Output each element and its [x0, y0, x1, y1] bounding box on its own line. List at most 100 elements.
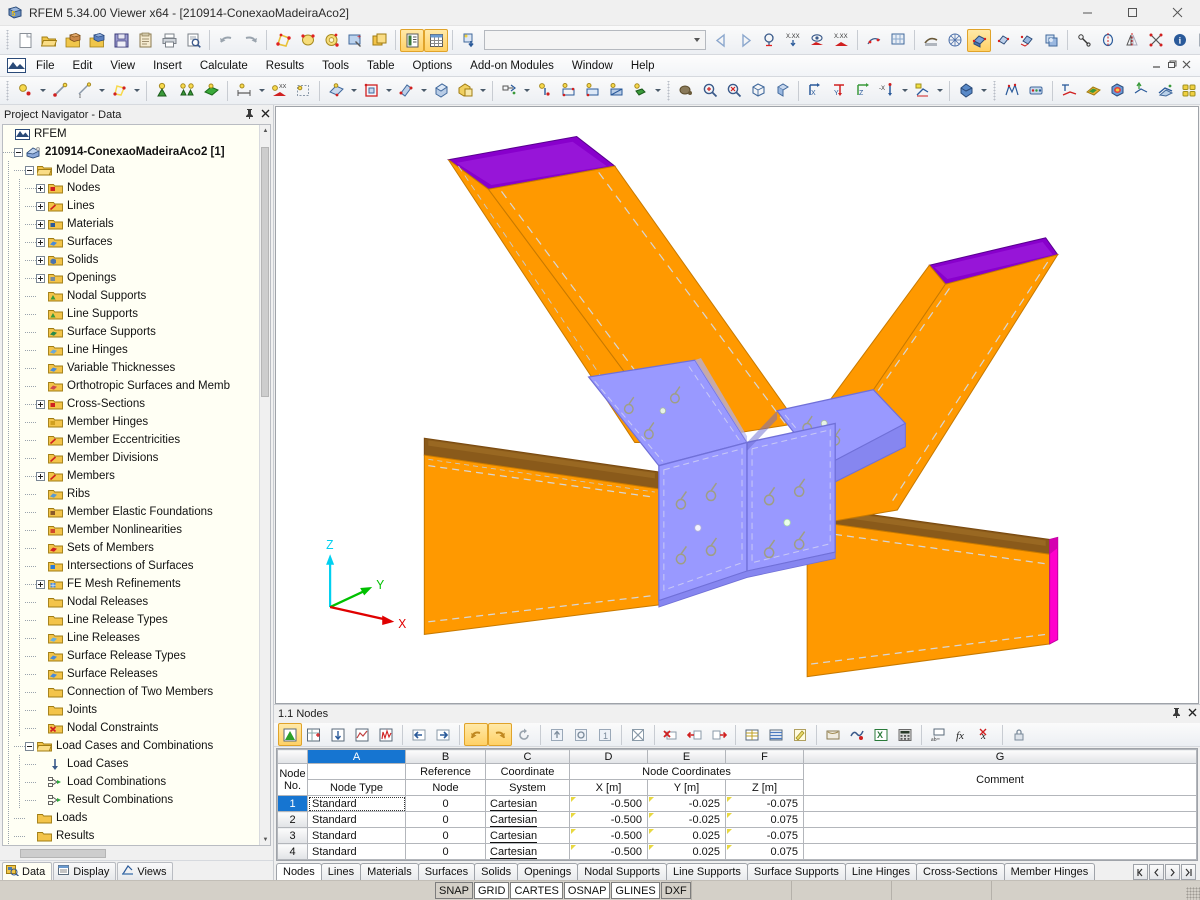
render-solid-icon[interactable]	[954, 79, 978, 102]
scroll-down-icon[interactable]: ▼	[260, 834, 270, 845]
col-letter-g[interactable]: G	[803, 749, 1197, 764]
cell-comment[interactable]	[803, 843, 1197, 860]
navigator-vscrollbar[interactable]: ▲ ▼	[259, 125, 270, 845]
table-tab-nodal-supports[interactable]: Nodal Supports	[577, 863, 668, 880]
solid-view-icon[interactable]	[1015, 29, 1039, 52]
table-clear-icon[interactable]	[626, 723, 650, 746]
result-table-icon[interactable]	[1024, 79, 1048, 102]
line-release-icon[interactable]	[556, 79, 580, 102]
table-insert-right-icon[interactable]	[707, 723, 731, 746]
table-fx-del-icon[interactable]: x	[974, 723, 998, 746]
table-sort-icon[interactable]: 1	[593, 723, 617, 746]
navigator-tree-scroll[interactable]: RFEM 210914-ConexaoMadeiraAco2 [1] Model D…	[3, 125, 270, 845]
table-row[interactable]: 4 Standard 0 Cartesian -0.500 0.025 0.07…	[277, 843, 1197, 860]
table-lock-icon[interactable]	[1007, 723, 1031, 746]
expand-icon[interactable]	[36, 399, 45, 409]
status-toggle-cartes[interactable]: CARTES	[510, 882, 563, 899]
hscrollbar-thumb[interactable]	[20, 849, 106, 858]
chevron-down-icon[interactable]	[934, 79, 945, 102]
row-number[interactable]: 1	[277, 795, 308, 812]
cell-reference-node[interactable]: 0	[405, 811, 486, 828]
zoom-all-icon[interactable]	[746, 79, 770, 102]
deformation-icon[interactable]	[1129, 79, 1153, 102]
mdi-minimize-button[interactable]	[1150, 59, 1163, 73]
zoom-out-icon[interactable]	[722, 79, 746, 102]
status-toggle-grid[interactable]: GRID	[473, 882, 510, 899]
new-node-icon[interactable]	[13, 79, 37, 102]
table-tab-openings[interactable]: Openings	[517, 863, 579, 880]
table-row[interactable]: 2 Standard 0 Cartesian -0.500 -0.025 0.0…	[277, 811, 1197, 828]
value-display-icon[interactable]: X.XX	[781, 29, 805, 52]
tree-item-variable-thicknesses[interactable]: Variable Thicknesses	[3, 359, 270, 377]
nodal-release-icon[interactable]	[532, 79, 556, 102]
printout-report-icon[interactable]	[400, 28, 424, 52]
tree-item-nodal-releases[interactable]: Nodal Releases	[3, 593, 270, 611]
col-letter-b[interactable]: B	[405, 749, 486, 764]
table-label-icon[interactable]: ab=	[926, 723, 950, 746]
cell-coordinate-system[interactable]: Cartesian	[485, 795, 570, 812]
workplane-icon[interactable]	[910, 79, 934, 102]
tree-item-result-combinations[interactable]: Result Combinations	[3, 791, 270, 809]
tree-item-load-combinations[interactable]: Load Combinations	[3, 773, 270, 791]
cell-reference-node[interactable]: 0	[405, 827, 486, 844]
chevron-down-icon[interactable]	[37, 79, 48, 102]
cell-z[interactable]: 0.075	[725, 811, 804, 828]
tree-item-210914-conexaomadeiraaco2-1[interactable]: 210914-ConexaoMadeiraAco2 [1]	[3, 143, 270, 161]
rotate-icon[interactable]	[1096, 29, 1120, 52]
zoom-in-icon[interactable]	[698, 79, 722, 102]
collapse-icon[interactable]	[25, 741, 34, 751]
open-file-icon[interactable]	[37, 29, 61, 52]
tab-nav-prev[interactable]	[1149, 864, 1164, 880]
close-icon[interactable]	[257, 108, 273, 122]
table-tab-cross-sections[interactable]: Cross-Sections	[916, 863, 1005, 880]
row-number[interactable]: 4	[277, 843, 308, 860]
cell-x[interactable]: -0.500	[569, 795, 648, 812]
undo-icon[interactable]	[214, 29, 238, 52]
model-3d-viewport[interactable]: Z Y X	[275, 106, 1199, 704]
cell-comment[interactable]	[803, 811, 1197, 828]
tree-item-member-elastic-foundations[interactable]: Member Elastic Foundations	[3, 503, 270, 521]
tree-item-materials[interactable]: Materials	[3, 215, 270, 233]
cell-z[interactable]: -0.075	[725, 795, 804, 812]
close-icon[interactable]	[1184, 707, 1200, 721]
tree-item-surfaces[interactable]: Surfaces	[3, 233, 270, 251]
table-stats-icon[interactable]	[374, 723, 398, 746]
minimize-button[interactable]	[1065, 0, 1110, 26]
scrollbar-thumb[interactable]	[261, 147, 269, 397]
select-objects-icon[interactable]	[271, 29, 295, 52]
expand-icon[interactable]	[36, 201, 45, 211]
cell-coordinate-system[interactable]: Cartesian	[485, 811, 570, 828]
expand-icon[interactable]	[36, 579, 45, 589]
expand-icon[interactable]	[36, 255, 45, 265]
cell-node-type[interactable]: Standard	[307, 827, 406, 844]
cell-y[interactable]: 0.025	[647, 827, 726, 844]
scale-icon[interactable]	[1144, 29, 1168, 52]
menu-edit[interactable]: Edit	[64, 56, 102, 76]
table-insert-icon[interactable]	[302, 723, 326, 746]
line-support-icon[interactable]	[175, 79, 199, 102]
cell-reference-node[interactable]: 0	[405, 795, 486, 812]
diagram-icon[interactable]	[1000, 79, 1024, 102]
tree-item-results[interactable]: Results	[3, 827, 270, 845]
status-toggle-glines[interactable]: GLINES	[611, 882, 660, 899]
navigator-tree[interactable]: RFEM 210914-ConexaoMadeiraAco2 [1] Model D…	[2, 124, 271, 846]
tree-item-surface-release-types[interactable]: Surface Release Types	[3, 647, 270, 665]
zoom-window-icon[interactable]	[770, 79, 794, 102]
table-refresh-icon[interactable]	[512, 723, 536, 746]
open-model-icon[interactable]	[61, 29, 85, 52]
cell-z[interactable]: 0.075	[725, 843, 804, 860]
tree-item-rfem[interactable]: RFEM	[3, 125, 270, 143]
chevron-down-icon[interactable]	[689, 31, 705, 49]
info-icon[interactable]: i	[1168, 29, 1192, 52]
redo-icon[interactable]	[238, 29, 262, 52]
collapse-icon[interactable]	[14, 147, 23, 157]
menu-insert[interactable]: Insert	[144, 56, 191, 76]
tree-item-line-releases[interactable]: Line Releases	[3, 629, 270, 647]
new-solid-icon[interactable]	[429, 79, 453, 102]
menu-results[interactable]: Results	[257, 56, 313, 76]
value-label-icon[interactable]: XX	[267, 79, 291, 102]
tree-item-joints[interactable]: Joints	[3, 701, 270, 719]
tree-item-lines[interactable]: Lines	[3, 197, 270, 215]
col-letter-a[interactable]: A	[307, 749, 406, 764]
chevron-down-icon[interactable]	[521, 79, 532, 102]
